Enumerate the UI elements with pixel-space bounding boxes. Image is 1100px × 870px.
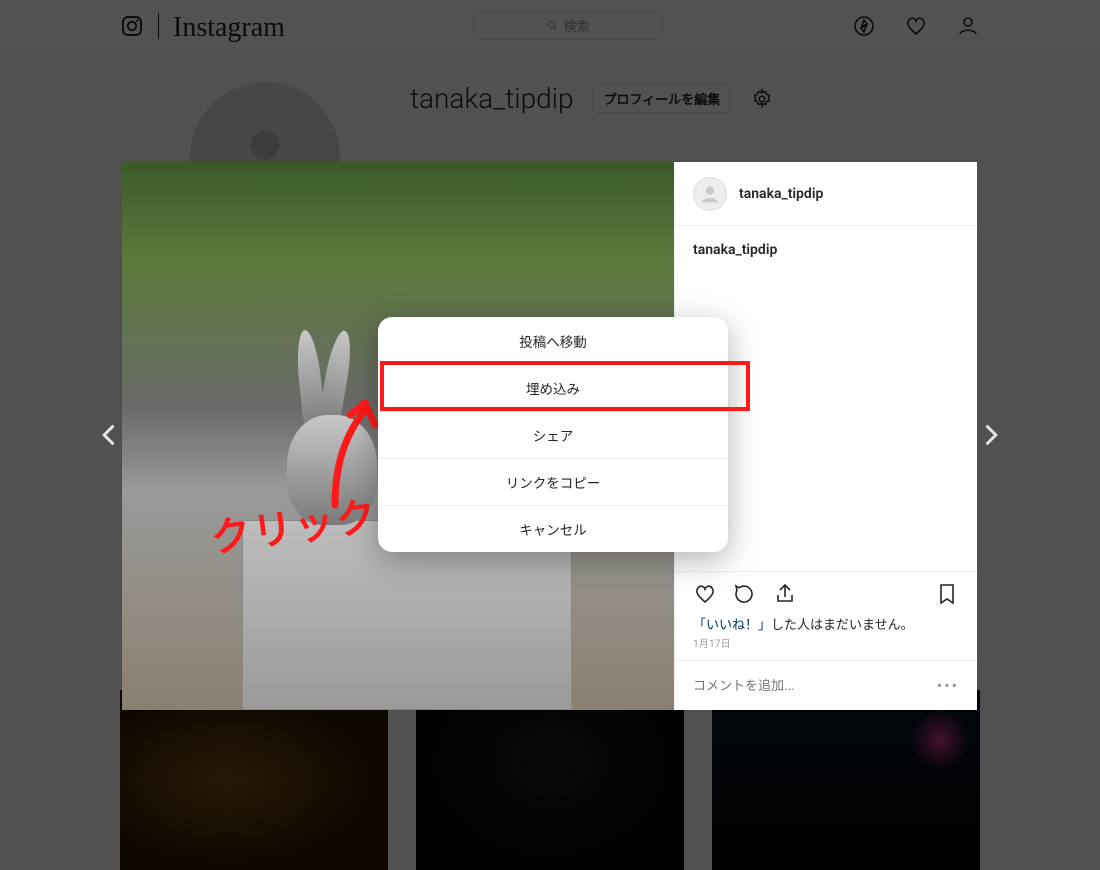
sheet-item-embed[interactable]: 埋め込み — [378, 364, 728, 411]
options-sheet: 投稿へ移動 埋め込み シェア リンクをコピー キャンセル — [378, 317, 728, 552]
comment-bubble-icon[interactable] — [733, 582, 757, 606]
likes-rest: した人はまだいません。 — [771, 618, 914, 633]
sheet-item-cancel[interactable]: キャンセル — [378, 505, 728, 552]
bookmark-icon[interactable] — [935, 582, 959, 606]
likes-line: 「いいね！」した人はまだいません。 — [675, 610, 977, 635]
sheet-item-share[interactable]: シェア — [378, 411, 728, 458]
share-upload-icon[interactable] — [773, 582, 797, 606]
comment-input[interactable] — [693, 678, 937, 693]
sheet-item-copy-link[interactable]: リンクをコピー — [378, 458, 728, 505]
post-actions — [675, 572, 977, 610]
author-avatar[interactable] — [693, 177, 727, 211]
more-options-icon[interactable]: ••• — [937, 676, 959, 695]
post-header: tanaka_tipdip — [675, 162, 977, 226]
likes-prefix: 「いいね！」 — [693, 618, 771, 633]
add-comment-row: ••• — [675, 660, 977, 710]
sheet-item-goto-post[interactable]: 投稿へ移動 — [378, 317, 728, 364]
like-heart-icon[interactable] — [693, 582, 717, 606]
post-date: 1月17日 — [675, 635, 977, 660]
caption-author[interactable]: tanaka_tipdip — [693, 242, 777, 258]
author-username[interactable]: tanaka_tipdip — [739, 186, 823, 202]
